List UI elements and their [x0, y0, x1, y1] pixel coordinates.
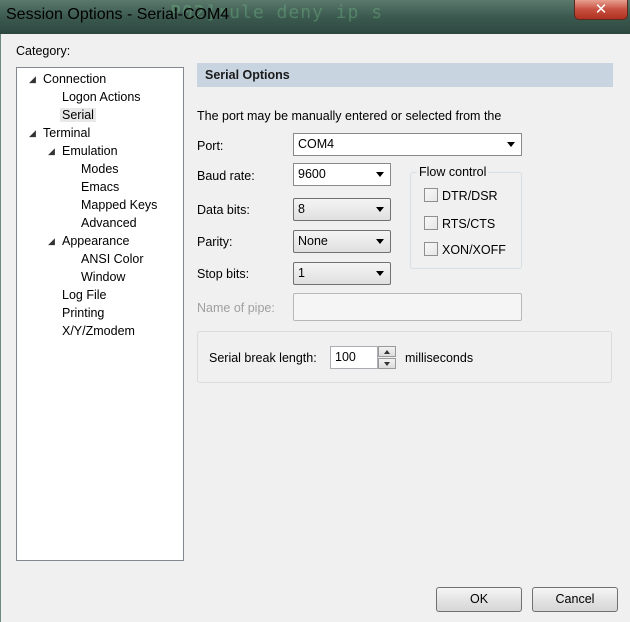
serial-break-unit: milliseconds: [405, 351, 474, 365]
tree-item-ansi-color[interactable]: ANSI Color: [81, 250, 144, 268]
tree-item-label: Modes: [81, 162, 119, 176]
close-icon: ✕: [594, 1, 608, 18]
tree-item-label: Emulation: [62, 144, 118, 158]
rts-cts-label[interactable]: RTS/CTS: [442, 217, 495, 231]
data-bits-select[interactable]: 8: [293, 198, 391, 221]
tree-item-label: Log File: [62, 288, 107, 302]
tree-item-mapped-keys[interactable]: Mapped Keys: [81, 196, 157, 214]
tree-item-label: Printing: [62, 306, 105, 320]
tree-item-advanced[interactable]: Advanced: [81, 214, 137, 232]
chevron-down-icon[interactable]: [376, 172, 384, 177]
port-description: The port may be manually entered or sele…: [197, 109, 502, 123]
port-value: COM4: [298, 137, 335, 151]
spin-down-button[interactable]: [378, 358, 396, 369]
window-title: Session Options - Serial-COM4: [6, 6, 230, 23]
serial-break-input[interactable]: 100: [330, 346, 378, 369]
chevron-down-icon[interactable]: [507, 142, 515, 147]
arrow-down-icon: [384, 362, 390, 366]
tree-item-label: Advanced: [81, 216, 137, 230]
title-bar: P02]rule deny ip s Session Options - Ser…: [0, 0, 630, 34]
tree-item-label: Window: [81, 270, 126, 284]
tree-item-label: Appearance: [62, 234, 130, 248]
baud-rate-value: 9600: [298, 167, 326, 181]
tree-item-label: Emacs: [81, 180, 120, 194]
section-header: Serial Options: [197, 63, 613, 87]
tree-item-terminal[interactable]: ◢ Terminal: [29, 124, 91, 142]
dtr-dsr-checkbox[interactable]: [424, 188, 438, 202]
tree-item-serial[interactable]: Serial: [60, 106, 96, 124]
tree-item-printing[interactable]: Printing: [62, 304, 104, 322]
rts-cts-checkbox[interactable]: [424, 216, 438, 230]
xon-xoff-label[interactable]: XON/XOFF: [442, 243, 506, 257]
tree-item-label: Connection: [43, 72, 107, 86]
chevron-down-icon[interactable]: [376, 271, 384, 276]
tree-item-label: X/Y/Zmodem: [62, 324, 135, 338]
expand-arrow-icon[interactable]: ◢: [48, 142, 55, 160]
tree-item-connection[interactable]: ◢ Connection: [29, 70, 107, 88]
data-bits-value: 8: [298, 202, 305, 216]
stop-bits-value: 1: [298, 266, 305, 280]
xon-xoff-checkbox[interactable]: [424, 242, 438, 256]
tree-item-label: ANSI Color: [81, 252, 144, 266]
parity-select[interactable]: None: [293, 230, 391, 253]
stop-bits-label: Stop bits:: [197, 267, 250, 281]
tree-item-xyzmodem[interactable]: X/Y/Zmodem: [62, 322, 135, 340]
arrow-up-icon: [384, 350, 390, 354]
close-button[interactable]: ✕: [574, 0, 628, 20]
cancel-button[interactable]: Cancel: [532, 587, 618, 612]
tree-item-emacs[interactable]: Emacs: [81, 178, 119, 196]
tree-item-label: Terminal: [43, 126, 91, 140]
tree-item-emulation[interactable]: ◢ Emulation: [48, 142, 118, 160]
tree-item-label: Mapped Keys: [81, 198, 158, 212]
chevron-down-icon[interactable]: [376, 239, 384, 244]
category-label: Category:: [16, 44, 71, 58]
expand-arrow-icon[interactable]: ◢: [48, 232, 55, 250]
category-tree[interactable]: ◢ Connection Logon Actions Serial ◢ Term…: [16, 67, 184, 561]
baud-rate-label: Baud rate:: [197, 169, 255, 183]
parity-value: None: [298, 234, 328, 248]
spin-up-button[interactable]: [378, 346, 396, 357]
parity-label: Parity:: [197, 235, 233, 249]
flow-control-label: Flow control: [417, 165, 489, 179]
baud-rate-combobox[interactable]: 9600: [293, 163, 391, 186]
tree-item-label: Serial: [60, 108, 96, 122]
data-bits-label: Data bits:: [197, 203, 250, 217]
port-combobox[interactable]: COM4: [293, 133, 522, 156]
ok-button[interactable]: OK: [436, 587, 522, 612]
port-label: Port:: [197, 139, 224, 153]
tree-item-appearance[interactable]: ◢ Appearance: [48, 232, 130, 250]
name-of-pipe-label: Name of pipe:: [197, 301, 275, 315]
tree-item-window[interactable]: Window: [81, 268, 125, 286]
name-of-pipe-input: [293, 293, 522, 321]
dtr-dsr-label[interactable]: DTR/DSR: [442, 189, 498, 203]
tree-item-logon-actions[interactable]: Logon Actions: [62, 88, 141, 106]
chevron-down-icon[interactable]: [376, 207, 384, 212]
serial-break-value: 100: [335, 350, 356, 364]
tree-item-modes[interactable]: Modes: [81, 160, 119, 178]
serial-break-label: Serial break length:: [209, 351, 317, 365]
stop-bits-select[interactable]: 1: [293, 262, 391, 285]
expand-arrow-icon[interactable]: ◢: [29, 124, 36, 142]
tree-item-label: Logon Actions: [62, 90, 141, 104]
expand-arrow-icon[interactable]: ◢: [29, 70, 36, 88]
tree-item-log-file[interactable]: Log File: [62, 286, 106, 304]
